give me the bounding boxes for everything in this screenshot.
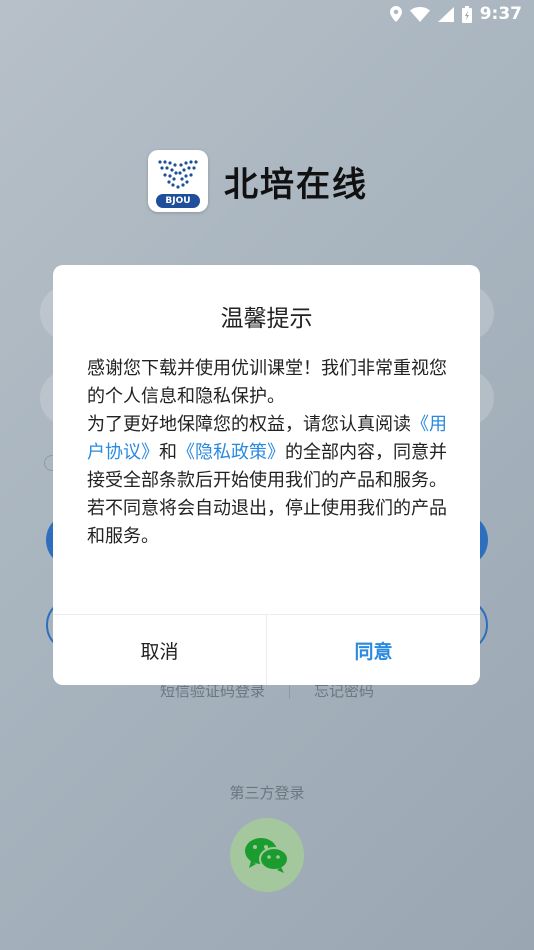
battery-icon [461,5,472,23]
privacy-dialog: 温馨提示 感谢您下载并使用优训课堂！我们非常重视您的个人信息和隐私保护。 为了更… [53,265,480,685]
logo-text: BJOU [156,194,200,208]
dialog-p2-prefix: 为了更好地保障您的权益，请您认真阅读 [87,414,411,435]
dialog-footer: 取消 同意 [53,614,480,685]
status-time: 9:37 [479,4,522,24]
dialog-body: 感谢您下载并使用优训课堂！我们非常重视您的个人信息和隐私保护。 为了更好地保障您… [87,355,450,551]
third-party-login-label: 第三方登录 [229,784,305,802]
signal-icon [437,6,454,22]
dialog-title: 温馨提示 [220,306,313,332]
app-logo: BJOU [148,150,208,212]
agree-button[interactable]: 同意 [267,615,480,685]
privacy-policy-link[interactable]: 《隐私政策》 [177,442,285,463]
location-icon [389,6,402,22]
dialog-paragraph-1: 感谢您下载并使用优训课堂！我们非常重视您的个人信息和隐私保护。 [87,358,447,407]
wechat-login-button[interactable] [230,818,304,892]
app-name: 北培在线 [224,164,368,205]
logo-butterfly-icon [158,160,198,189]
wifi-icon [409,6,430,22]
cancel-button[interactable]: 取消 [53,615,267,685]
wechat-icon [245,838,289,873]
dialog-paragraph-2: 为了更好地保障您的权益，请您认真阅读《用户协议》和《隐私政策》的全部内容，同意并… [87,411,450,495]
dialog-and-text: 和 [159,442,177,463]
status-bar: 9:37 [0,0,534,28]
app-logo-row: BJOU 北培在线 [148,150,368,212]
dialog-paragraph-3: 若不同意将会自动退出，停止使用我们的产品和服务。 [87,498,447,547]
